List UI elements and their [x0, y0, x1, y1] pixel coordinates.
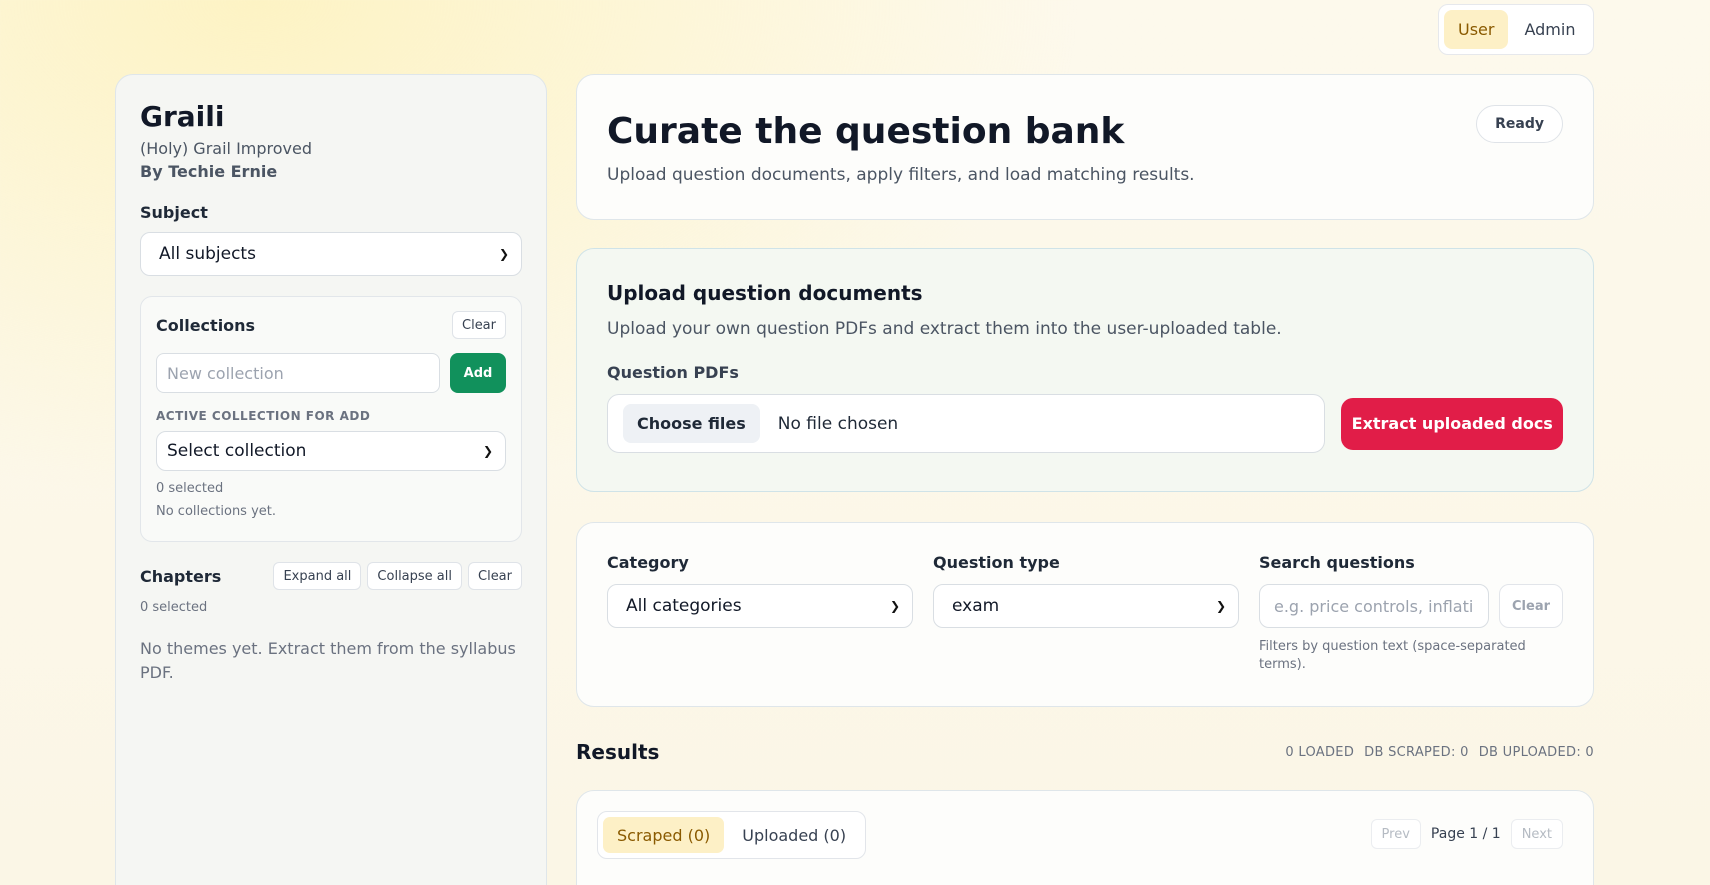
db-scraped-count: DB SCRAPED: 0 — [1364, 744, 1469, 760]
search-label: Search questions — [1259, 553, 1415, 572]
brand-subtitle: (Holy) Grail Improved — [140, 139, 313, 158]
page-title: Curate the question bank — [607, 111, 1125, 152]
collections-selected-count: 0 selected — [156, 481, 224, 496]
subject-select-value: All subjects — [159, 244, 256, 264]
subject-label: Subject — [140, 203, 208, 222]
search-input[interactable] — [1259, 584, 1489, 628]
upload-card: Upload question documents Upload your ow… — [576, 248, 1594, 492]
results-card: Scraped (0) Uploaded (0) Prev Page 1 / 1… — [576, 790, 1594, 885]
category-select-value: All categories — [626, 596, 742, 616]
tab-scraped[interactable]: Scraped (0) — [603, 817, 725, 853]
add-collection-button[interactable]: Add — [450, 353, 506, 393]
expand-all-button[interactable]: Expand all — [273, 562, 362, 590]
active-collection-label: ACTIVE COLLECTION FOR ADD — [156, 409, 371, 423]
question-pdfs-label: Question PDFs — [607, 363, 739, 382]
search-hint: Filters by question text (space-separate… — [1259, 639, 1526, 672]
chevron-down-icon: ❯ — [1215, 599, 1226, 613]
prev-page-button[interactable]: Prev — [1370, 819, 1421, 849]
search-clear-button[interactable]: Clear — [1499, 584, 1563, 628]
chevron-down-icon: ❯ — [482, 444, 493, 458]
chevron-down-icon: ❯ — [498, 247, 509, 261]
question-type-label: Question type — [933, 553, 1060, 572]
brand-title: Graili — [140, 100, 225, 133]
collections-clear-button[interactable]: Clear — [452, 311, 506, 339]
db-uploaded-count: DB UPLOADED: 0 — [1478, 744, 1594, 760]
results-title: Results — [576, 740, 660, 764]
extract-uploaded-docs-button[interactable]: Extract uploaded docs — [1341, 397, 1563, 450]
category-label: Category — [607, 553, 689, 572]
page-subtitle: Upload question documents, apply filters… — [607, 165, 1195, 185]
next-page-button[interactable]: Next — [1510, 819, 1563, 849]
question-type-select-value: exam — [952, 596, 1000, 616]
admin-mode-button[interactable]: Admin — [1510, 10, 1589, 49]
loaded-count: 0 LOADED — [1285, 744, 1355, 760]
file-status: No file chosen — [777, 413, 899, 434]
new-collection-input[interactable] — [156, 353, 440, 393]
filters-card: Category All categories ❯ Question type … — [576, 522, 1594, 707]
file-input[interactable]: Choose files No file chosen — [607, 394, 1326, 453]
choose-files-button[interactable]: Choose files — [623, 404, 760, 443]
chapters-selected-count: 0 selected — [140, 600, 208, 615]
chapters-title: Chapters — [140, 566, 222, 586]
collapse-all-button[interactable]: Collapse all — [367, 562, 462, 590]
subject-select[interactable]: All subjects ❯ — [140, 232, 522, 276]
page-indicator: Page 1 / 1 — [1430, 826, 1501, 842]
collections-empty-note: No collections yet. — [156, 504, 277, 519]
collection-select-value: Select collection — [167, 441, 307, 461]
upload-description: Upload your own question PDFs and extrac… — [607, 319, 1282, 339]
tab-uploaded[interactable]: Uploaded (0) — [728, 817, 860, 853]
brand-author: By Techie Ernie — [140, 162, 278, 181]
results-header: Results 0 LOADED DB SCRAPED: 0 DB UPLOAD… — [576, 740, 1594, 764]
pagination: Prev Page 1 / 1 Next — [1370, 819, 1563, 849]
mode-toggle: User Admin — [1438, 4, 1594, 55]
chapters-clear-button[interactable]: Clear — [468, 562, 522, 590]
collection-select[interactable]: Select collection ❯ — [156, 431, 506, 471]
question-type-select[interactable]: exam ❯ — [933, 584, 1239, 628]
sidebar: Graili (Holy) Grail Improved By Techie E… — [115, 74, 547, 885]
category-select[interactable]: All categories ❯ — [607, 584, 913, 628]
collections-panel: Collections Clear Add ACTIVE COLLECTION … — [140, 296, 522, 542]
chevron-down-icon: ❯ — [889, 599, 900, 613]
chapters-empty-note: No themes yet. Extract them from the syl… — [140, 639, 516, 682]
collections-title: Collections — [156, 315, 256, 335]
user-mode-button[interactable]: User — [1444, 10, 1509, 49]
hero-card: Curate the question bank Upload question… — [576, 74, 1594, 220]
results-tabs: Scraped (0) Uploaded (0) — [597, 811, 867, 859]
upload-title: Upload question documents — [607, 281, 923, 305]
status-badge: Ready — [1476, 105, 1563, 143]
